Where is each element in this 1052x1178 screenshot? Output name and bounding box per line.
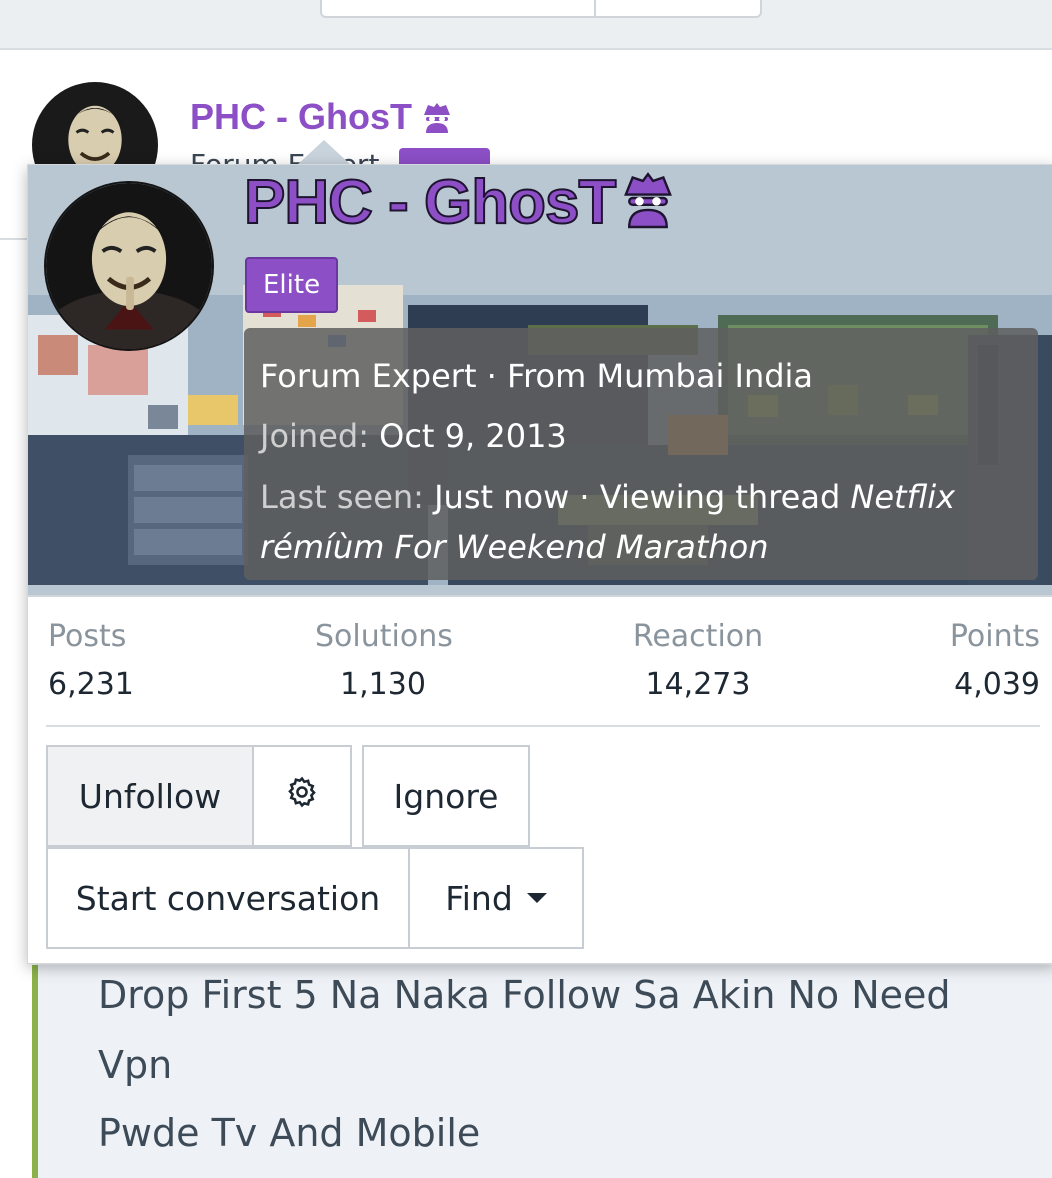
stat-value: 6,231 — [48, 667, 134, 702]
find-label: Find — [445, 878, 513, 918]
spy-icon — [420, 99, 454, 142]
top-bar — [0, 0, 1052, 50]
role-badge: Elite — [245, 257, 339, 313]
tooltip-arrow — [296, 140, 352, 166]
stat-label: Points — [949, 619, 1040, 654]
stat-label: Reaction — [632, 619, 764, 654]
quote-line: Vpn — [98, 1043, 173, 1087]
stat-value: 1,130 — [340, 667, 426, 702]
stat-label: Posts — [48, 619, 127, 654]
post-username[interactable]: PHC - GhosT — [190, 96, 454, 142]
stat-value: 4,039 — [954, 667, 1040, 702]
joined-line: Joined: Oct 9, 2013 — [260, 406, 1022, 466]
tooltip-username[interactable]: PHC - GhosT — [243, 167, 677, 244]
member-stats: Posts 6,231 Solutions 1,130 Reaction 14,… — [46, 615, 1040, 727]
member-tooltip: PHC - GhosT Elite Forum Expert · From Mu… — [27, 164, 1052, 964]
stat-solutions[interactable]: Solutions 1,130 — [315, 615, 453, 711]
spy-icon — [619, 167, 677, 244]
stat-value: 14,273 — [645, 667, 751, 702]
profile-banner: PHC - GhosT Elite Forum Expert · From Mu… — [28, 165, 1052, 597]
joined-label: Joined: — [260, 417, 369, 455]
last-seen-line: Last seen: Just now · Viewing thread Net… — [260, 472, 1022, 572]
gear-icon — [285, 775, 319, 817]
quote-line: Pwde Tv And Mobile — [98, 1111, 481, 1155]
user-title-line: Forum Expert · From Mumbai India — [260, 357, 814, 395]
stat-reaction[interactable]: Reaction 14,273 — [632, 615, 764, 711]
start-conversation-button[interactable]: Start conversation — [46, 847, 410, 949]
member-info: Forum Expert · From Mumbai India Joined:… — [244, 328, 1038, 580]
stat-posts[interactable]: Posts 6,231 — [48, 615, 134, 711]
last-seen-value: Just now · Viewing thread — [434, 478, 841, 516]
top-search-field[interactable] — [320, 0, 762, 18]
avatar[interactable] — [44, 181, 214, 351]
quote-line: Drop First 5 Na Naka Follow Sa Akin No N… — [98, 973, 951, 1017]
caret-down-icon — [526, 893, 547, 903]
unfollow-button[interactable]: Unfollow — [46, 745, 254, 847]
last-seen-label: Last seen: — [260, 478, 424, 516]
ignore-button[interactable]: Ignore — [362, 745, 530, 847]
stat-label: Solutions — [315, 619, 453, 654]
stat-points[interactable]: Points 4,039 — [950, 615, 1040, 711]
divider — [0, 238, 30, 240]
post-quote: Drop First 5 Na Naka Follow Sa Akin No N… — [32, 965, 1052, 1178]
field-divider — [594, 0, 596, 16]
find-dropdown-button[interactable]: Find — [408, 847, 584, 949]
follow-settings-button[interactable] — [252, 745, 352, 847]
joined-date: Oct 9, 2013 — [379, 417, 567, 455]
